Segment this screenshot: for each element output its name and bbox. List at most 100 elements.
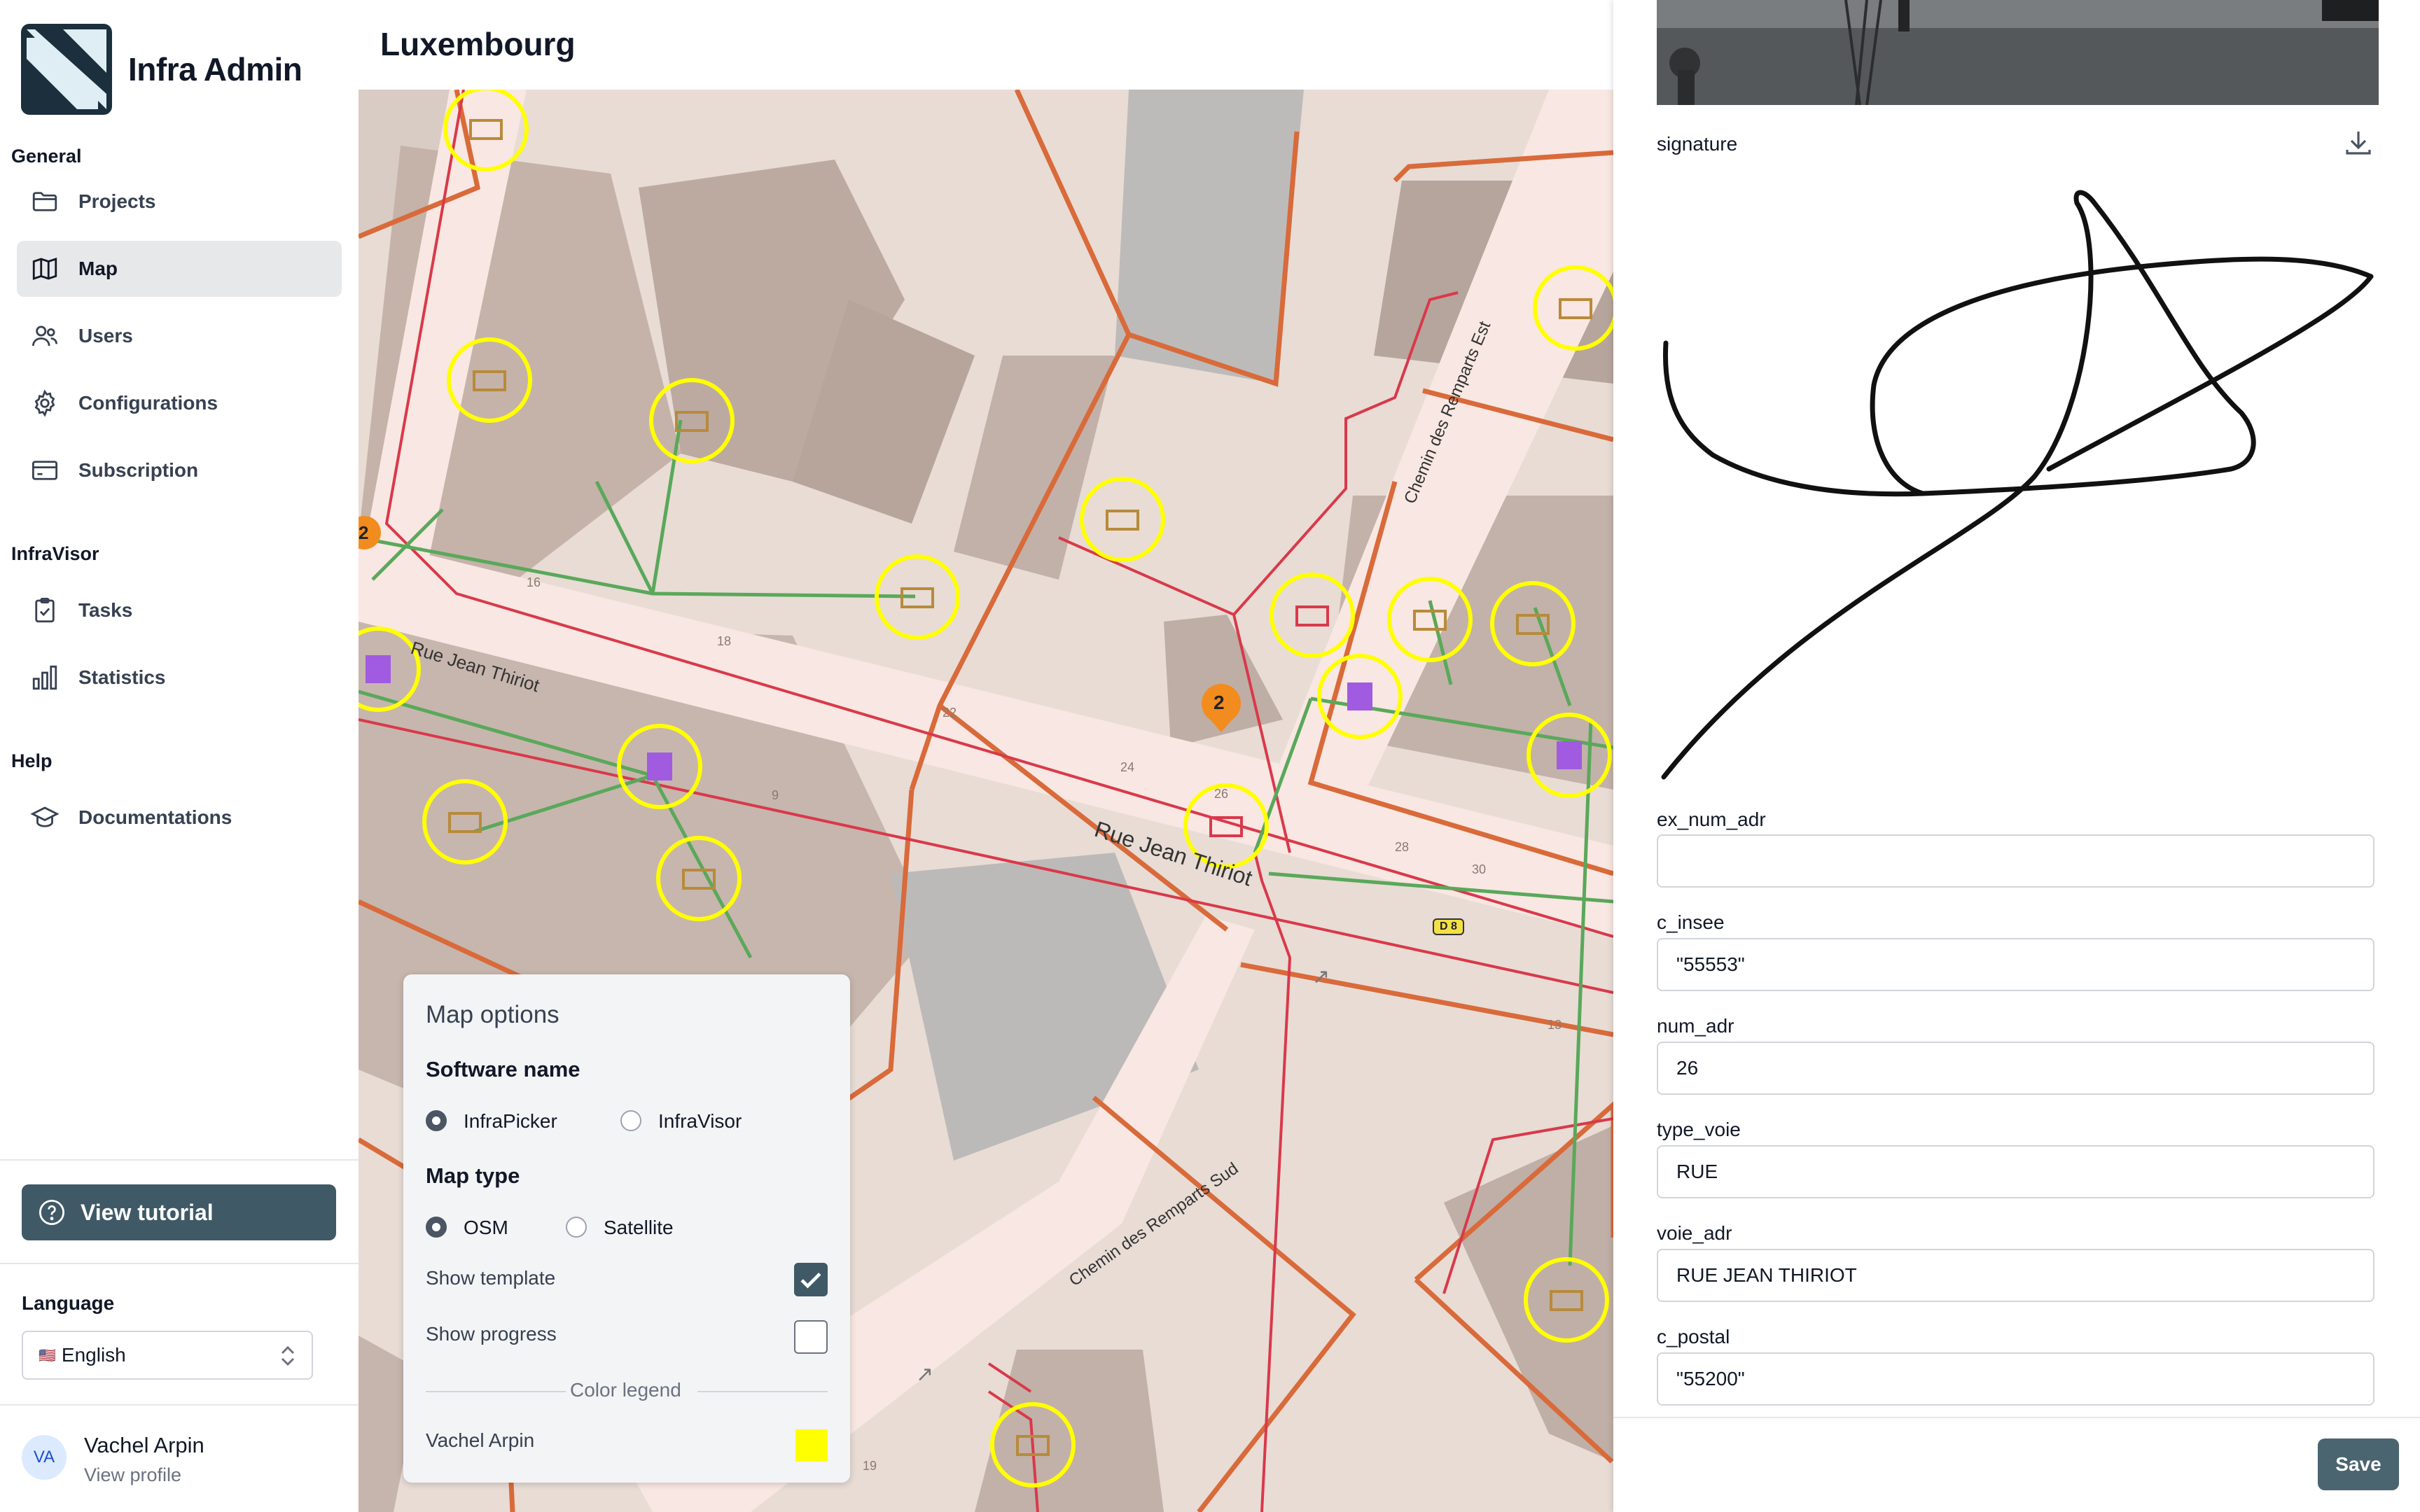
sidebar-item-users[interactable]: Users bbox=[17, 308, 342, 364]
radio-infrapicker-label[interactable]: InfraPicker bbox=[464, 1110, 557, 1133]
map-type-heading: Map type bbox=[426, 1163, 520, 1188]
sidebar-item-documentations[interactable]: Documentations bbox=[17, 790, 342, 846]
house-number: 18 bbox=[717, 634, 732, 648]
radio-satellite-label[interactable]: Satellite bbox=[604, 1217, 674, 1239]
download-icon[interactable] bbox=[2342, 126, 2375, 160]
c-insee-field[interactable] bbox=[1657, 938, 2374, 991]
credit-card-icon bbox=[28, 454, 62, 487]
page-title: Luxembourg bbox=[380, 26, 576, 62]
sidebar-item-label: Documentations bbox=[78, 806, 232, 828]
sidebar-item-label: Statistics bbox=[78, 666, 166, 688]
show-template-label: Show template bbox=[426, 1267, 556, 1289]
gear-icon bbox=[28, 386, 62, 420]
cluster-count[interactable]: 2 bbox=[1214, 692, 1225, 714]
graduation-cap-icon bbox=[28, 801, 62, 834]
sidebar-item-label: Tasks bbox=[78, 599, 133, 621]
section-infravisor: InfraVisor bbox=[11, 543, 99, 564]
chevron-up-down-icon bbox=[278, 1345, 298, 1367]
field-label-voie-adr: voie_adr bbox=[1657, 1222, 1732, 1244]
sidebar-item-label: Subscription bbox=[78, 459, 199, 481]
field-label-type-voie: type_voie bbox=[1657, 1119, 1741, 1140]
sidebar-item-subscription[interactable]: Subscription bbox=[17, 442, 342, 498]
avatar: VA bbox=[22, 1435, 67, 1480]
ex-num-adr-field[interactable] bbox=[1657, 834, 2374, 888]
software-name-heading: Software name bbox=[426, 1057, 580, 1082]
language-select[interactable]: 🇺🇸 English bbox=[22, 1331, 313, 1380]
radio-infravisor[interactable] bbox=[620, 1110, 641, 1131]
sidebar: Infra Admin General Projects Map Users C… bbox=[0, 0, 359, 1512]
app-logo bbox=[21, 24, 112, 115]
show-progress-checkbox[interactable] bbox=[794, 1320, 828, 1354]
user-name: Vachel Arpin bbox=[84, 1433, 204, 1457]
divider bbox=[0, 1263, 359, 1264]
house-number: 16 bbox=[527, 575, 541, 589]
map-icon bbox=[28, 252, 62, 286]
sidebar-item-configurations[interactable]: Configurations bbox=[17, 375, 342, 431]
field-label-ex-num-adr: ex_num_adr bbox=[1657, 808, 1766, 830]
sidebar-item-projects[interactable]: Projects bbox=[17, 174, 342, 230]
page-header: Luxembourg bbox=[359, 0, 1613, 90]
legend-color-swatch bbox=[795, 1429, 828, 1462]
radio-osm[interactable] bbox=[426, 1217, 447, 1238]
sidebar-item-label: Users bbox=[78, 325, 133, 346]
show-template-checkbox[interactable] bbox=[794, 1263, 828, 1296]
color-legend-title: Color legend bbox=[570, 1379, 681, 1401]
house-number: 26 bbox=[1214, 787, 1229, 801]
type-voie-field[interactable] bbox=[1657, 1145, 2374, 1198]
section-general: General bbox=[11, 146, 82, 167]
field-label-c-postal: c_postal bbox=[1657, 1326, 1730, 1348]
cluster-count[interactable]: 2 bbox=[359, 522, 368, 544]
voie-adr-field[interactable] bbox=[1657, 1249, 2374, 1302]
map-options-title: Map options bbox=[426, 1001, 559, 1028]
divider bbox=[426, 1391, 566, 1392]
num-adr-field[interactable] bbox=[1657, 1042, 2374, 1095]
house-number: 30 bbox=[1472, 862, 1487, 876]
site-photo bbox=[1657, 0, 2379, 105]
view-tutorial-label: View tutorial bbox=[81, 1199, 214, 1225]
sidebar-item-label: Projects bbox=[78, 190, 156, 212]
signature-label: signature bbox=[1657, 133, 1738, 155]
flag-icon: 🇺🇸 bbox=[39, 1348, 56, 1364]
divider bbox=[697, 1391, 828, 1392]
save-button[interactable]: Save bbox=[2318, 1438, 2399, 1490]
view-tutorial-button[interactable]: View tutorial bbox=[22, 1184, 336, 1240]
divider bbox=[0, 1159, 359, 1161]
divider bbox=[1613, 1417, 2420, 1418]
divider bbox=[0, 1404, 359, 1406]
view-profile-link[interactable]: View profile bbox=[84, 1464, 181, 1486]
language-value: English bbox=[61, 1344, 126, 1366]
field-label-c-insee: c_insee bbox=[1657, 911, 1725, 933]
radio-satellite[interactable] bbox=[566, 1217, 587, 1238]
signature-image bbox=[1657, 175, 2379, 791]
sidebar-item-label: Configurations bbox=[78, 392, 218, 414]
map-arrow-icon: ↗ bbox=[1312, 965, 1330, 988]
house-number: 24 bbox=[1120, 760, 1135, 774]
house-number: 19 bbox=[863, 1459, 877, 1473]
help-circle-icon bbox=[37, 1198, 67, 1227]
folder-icon bbox=[28, 185, 62, 218]
app-title: Infra Admin bbox=[128, 51, 302, 88]
detail-panel: signature ex_num_adr c_insee num_adr typ… bbox=[1613, 0, 2420, 1512]
route-badge: D 8 bbox=[1433, 918, 1464, 935]
sidebar-item-tasks[interactable]: Tasks bbox=[17, 582, 342, 638]
clipboard-check-icon bbox=[28, 594, 62, 627]
show-progress-label: Show progress bbox=[426, 1323, 557, 1345]
house-number: 9 bbox=[772, 788, 779, 802]
sidebar-item-label: Map bbox=[78, 258, 118, 279]
users-icon bbox=[28, 319, 62, 353]
house-number: 22 bbox=[943, 706, 957, 720]
field-label-num-adr: num_adr bbox=[1657, 1015, 1734, 1037]
language-label: Language bbox=[22, 1292, 115, 1314]
bar-chart-icon bbox=[28, 661, 62, 694]
map-options-panel: Map options Software name InfraPicker In… bbox=[403, 974, 850, 1483]
map-arrow-icon: ↗ bbox=[916, 1363, 934, 1386]
sidebar-item-statistics[interactable]: Statistics bbox=[17, 650, 342, 706]
radio-osm-label[interactable]: OSM bbox=[464, 1217, 508, 1239]
house-number: 13 bbox=[1548, 1018, 1562, 1032]
radio-infravisor-label[interactable]: InfraVisor bbox=[658, 1110, 742, 1133]
radio-infrapicker[interactable] bbox=[426, 1110, 447, 1131]
c-postal-field[interactable] bbox=[1657, 1352, 2374, 1406]
section-help: Help bbox=[11, 750, 53, 771]
legend-user-name: Vachel Arpin bbox=[426, 1429, 535, 1451]
sidebar-item-map[interactable]: Map bbox=[17, 241, 342, 297]
